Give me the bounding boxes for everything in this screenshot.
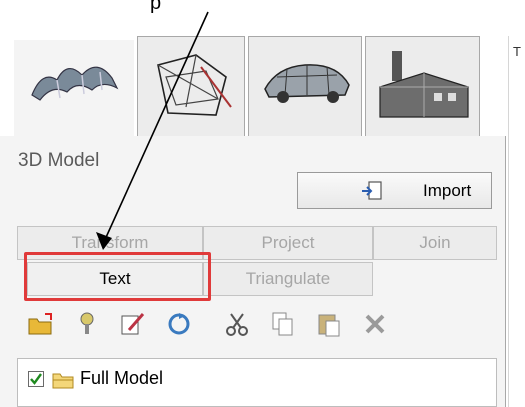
tab-vehicle[interactable] xyxy=(248,36,362,136)
full-model-checkbox[interactable] xyxy=(28,371,44,387)
edit-icon[interactable] xyxy=(119,310,147,338)
panel-title: 3D Model xyxy=(18,150,100,171)
import-button-label: Import xyxy=(423,181,472,200)
building-icon xyxy=(379,51,469,118)
vehicle-icon xyxy=(264,64,350,103)
toolbar xyxy=(17,300,497,352)
tab-triangulate[interactable]: Triangulate xyxy=(203,262,373,296)
3d-model-icon xyxy=(31,66,119,101)
callout-text: p xyxy=(150,0,162,14)
tab-3d-model[interactable] xyxy=(14,40,134,136)
right-panel-label: T xyxy=(513,44,521,59)
paste-icon[interactable] xyxy=(315,310,343,338)
tree-item-full-model[interactable]: Full Model xyxy=(80,368,163,389)
import-button[interactable]: Import xyxy=(297,172,492,209)
text-tab-highlight xyxy=(24,252,211,301)
checkmark-icon xyxy=(30,373,42,385)
wireframe-icon xyxy=(157,54,232,116)
cut-icon[interactable] xyxy=(223,310,251,338)
tab-join[interactable]: Join xyxy=(373,226,497,260)
tab-wireframe[interactable] xyxy=(137,36,245,136)
folder-icon xyxy=(52,373,74,389)
refresh-icon[interactable] xyxy=(165,310,193,338)
tab-project[interactable]: Project xyxy=(203,226,373,260)
tab-building[interactable] xyxy=(365,36,480,136)
import-icon xyxy=(362,181,382,200)
right-panel-edge xyxy=(508,36,525,407)
open-folder-icon[interactable] xyxy=(27,310,55,338)
model-tree: Full Model xyxy=(17,358,497,407)
pin-icon[interactable] xyxy=(73,310,101,338)
copy-icon[interactable] xyxy=(269,310,297,338)
delete-icon[interactable] xyxy=(361,310,389,338)
